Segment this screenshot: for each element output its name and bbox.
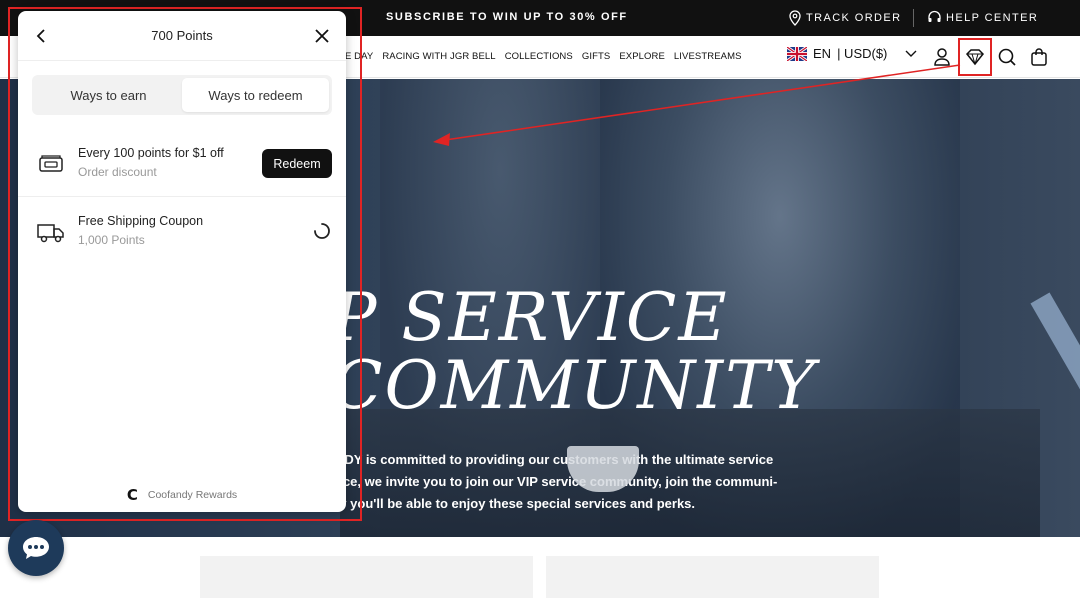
nav-item-explore[interactable]: EXPLORE — [619, 51, 665, 62]
nav-item-gifts[interactable]: GIFTS — [582, 51, 610, 62]
hero-desc-line-2: nce, we invite you to join our VIP servi… — [335, 474, 778, 489]
reward-subtitle: Order discount — [78, 165, 157, 179]
chat-bubble-icon — [23, 537, 49, 559]
uk-flag-icon — [787, 46, 807, 61]
hero-title-line-1: P SERVICE — [332, 279, 729, 356]
promo-text[interactable]: SUBSCRIBE TO WIN UP TO 30% OFF — [386, 11, 628, 23]
hero-desc-line-3: ty you'll be able to enjoy these special… — [335, 496, 696, 511]
headset-icon — [928, 10, 941, 22]
currency-label: | USD($) — [837, 46, 888, 61]
diamond-icon-highlight — [958, 38, 992, 76]
chevron-down-icon — [905, 50, 917, 57]
coofandy-logo: C — [126, 486, 138, 504]
nav-item-collections[interactable]: COLLECTIONS — [505, 51, 573, 62]
nav-item-livestreams[interactable]: LIVESTREAMS — [674, 51, 742, 62]
help-center-link[interactable]: HELP CENTER — [927, 10, 1038, 25]
chat-button[interactable] — [8, 520, 64, 576]
rewards-panel: 700 Points Ways to earn Ways to redeem E… — [18, 11, 346, 512]
content-card-1 — [200, 556, 533, 598]
close-icon[interactable] — [312, 26, 332, 46]
topbar-divider — [913, 9, 914, 27]
page-content-area — [0, 537, 1080, 598]
hero-title: P SERVICE COMMUNITY — [332, 284, 817, 420]
truck-icon — [37, 224, 64, 243]
panel-footer: C Coofandy Rewards — [18, 486, 346, 504]
tab-ways-to-redeem[interactable]: Ways to redeem — [182, 78, 329, 112]
location-pin-icon — [789, 10, 801, 26]
track-order-label: TRACK ORDER — [806, 12, 902, 24]
reward-subtitle: 1,000 Points — [78, 233, 145, 247]
rewards-tabs: Ways to earn Ways to redeem — [32, 75, 332, 115]
account-icon[interactable] — [931, 46, 953, 68]
help-center-label: HELP CENTER — [946, 11, 1039, 24]
reward-name: Free Shipping Coupon — [78, 214, 204, 228]
nav-menu: E DAY RACING WITH JGR BELL COLLECTIONS G… — [345, 51, 742, 62]
nav-item-racing[interactable]: RACING WITH JGR BELL — [382, 51, 495, 62]
hero-title-line-2: COMMUNITY — [332, 347, 817, 424]
hero-desc-line-1: NDY is committed to providing our custom… — [335, 452, 774, 467]
reward-row-order-discount: Every 100 points for $1 off Order discou… — [18, 131, 346, 197]
hero-description: NDY is committed to providing our custom… — [335, 449, 777, 515]
track-order-link[interactable]: TRACK ORDER — [788, 10, 901, 26]
panel-header: 700 Points — [18, 11, 346, 61]
shopping-bag-icon[interactable] — [1028, 46, 1050, 68]
loading-spinner-icon — [314, 223, 330, 239]
hero-stripe — [1030, 292, 1080, 408]
tab-ways-to-earn[interactable]: Ways to earn — [35, 78, 182, 112]
redeem-button[interactable]: Redeem — [262, 149, 332, 178]
search-icon[interactable] — [996, 46, 1018, 68]
footer-brand-text: Coofandy Rewards — [147, 489, 238, 501]
locale-selector[interactable]: EN | USD($) — [787, 46, 917, 61]
language-label: EN — [813, 46, 832, 61]
reward-name: Every 100 points for $1 off — [78, 146, 224, 160]
coupon-icon — [39, 155, 63, 172]
reward-row-free-shipping: Free Shipping Coupon 1,000 Points — [18, 199, 346, 265]
points-balance: 700 Points — [151, 28, 213, 43]
content-card-2 — [546, 556, 879, 598]
